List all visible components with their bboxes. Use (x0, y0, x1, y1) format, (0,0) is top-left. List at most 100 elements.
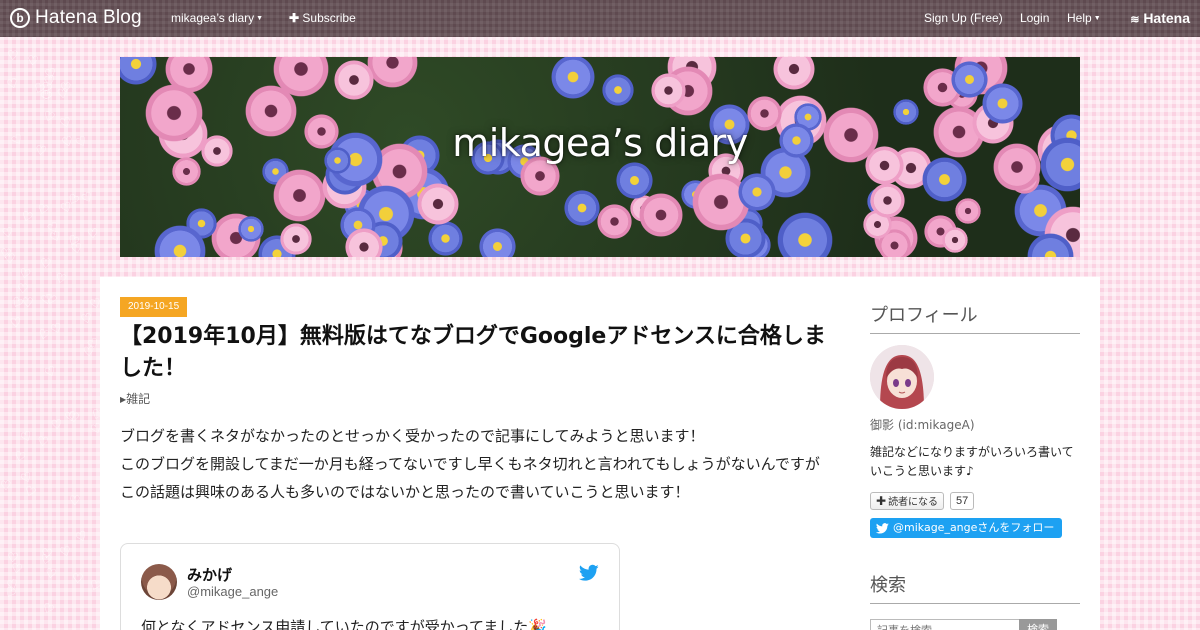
main-content: 2019-10-15 【2019年10月】無料版はてなブログでGoogleアドセ… (100, 277, 1100, 630)
blog-header-image[interactable]: mikagea’s diary (120, 57, 1080, 257)
profile-name[interactable]: 御影 (id:mikageA) (870, 416, 975, 433)
subscribe-button[interactable]: ✚ Subscribe (289, 11, 356, 25)
heart-decoration: ♡ (36, 434, 50, 451)
heart-decoration: ♡ (59, 133, 76, 152)
global-header: b Hatena Blog mikagea’s diary ▼ ✚ Subscri… (0, 0, 1200, 37)
login-link[interactable]: Login (1020, 11, 1049, 25)
flower-decoration (417, 183, 459, 225)
embedded-tweet[interactable]: みかげ @mikage_ange 何となくアドセンス申請していたのですが受かって… (120, 543, 620, 630)
flower-decoration (273, 169, 326, 222)
entry-category[interactable]: ▶雑記 (120, 390, 150, 407)
flower-decoration (616, 162, 653, 199)
flower-decoration (951, 61, 988, 98)
heart-decoration: ♡ (35, 201, 51, 220)
avatar[interactable] (141, 564, 177, 600)
heart-decoration: ♡ (58, 543, 74, 562)
category-label: 雑記 (126, 392, 151, 406)
heart-decoration: ♡ (33, 143, 48, 160)
heart-decoration: ♡ (88, 420, 100, 439)
flower-decoration (120, 57, 157, 85)
flower-decoration (651, 73, 686, 108)
heart-decoration: ♡ (36, 326, 52, 345)
heart-decoration: ♡ (39, 600, 57, 619)
heart-decoration: ♡ (17, 266, 32, 283)
search-button[interactable]: 検索 (1019, 619, 1057, 630)
heart-decoration: ♡ (73, 133, 91, 152)
chevron-down-icon: ▼ (256, 15, 264, 23)
heart-decoration: ♡ (48, 320, 65, 339)
flower-decoration (773, 57, 815, 90)
heart-decoration: ♡ (9, 315, 23, 332)
follow-button-label: @mikage_angeさんをフォロー (893, 521, 1055, 534)
search-input[interactable] (870, 619, 1020, 630)
heart-decoration: ♡ (86, 577, 100, 596)
heart-decoration: ♡ (12, 449, 27, 466)
background-hearts: ♡ ♡ ♡ ♡ ♡ ♡ ♡ ♡ ♡ ♡ ♡ ♡ ♡ ♡ ♡ ♡ ♡ ♡ ♡ ♡ ♡ ♡ ♡ ♡ ♡ ♡ ♡ ♡ ♡ ♡ ♡ ♡ ♡ ♡ ♡ ♡ ♡ ♡ ♡ ♡… (0, 37, 100, 630)
paragraph: このブログを開設してまだ一か月も経ってないですし早くもネタ切れと言われてもしょう… (120, 455, 820, 501)
search-heading: 検索 (870, 571, 1080, 604)
flower-decoration (551, 57, 595, 99)
heart-decoration: ♡ (56, 86, 70, 103)
reader-count[interactable]: 57 (950, 492, 975, 510)
chevron-down-icon: ▼ (1093, 15, 1101, 23)
flower-decoration (428, 221, 463, 256)
entry-title[interactable]: 【2019年10月】無料版はてなブログでGoogleアドセンスに合格しました！ (120, 321, 830, 385)
subscribe-label: Subscribe (302, 11, 356, 25)
heart-decoration: ♡ (42, 363, 60, 382)
reader-button-label: 読者になる (888, 497, 939, 508)
flower-decoration (777, 212, 833, 257)
entry-body: ブログを書くネタがなかったのとせっかく受かったので記事にしてみようと思います！ … (120, 422, 830, 506)
help-menu[interactable]: Help ▼ (1067, 11, 1101, 25)
flower-decoration (479, 228, 516, 257)
blog-menu[interactable]: mikagea’s diary ▼ (171, 11, 263, 25)
heart-decoration: ♡ (50, 417, 64, 434)
flower-decoration (602, 74, 634, 106)
flower-decoration (738, 173, 776, 211)
heart-decoration: ♡ (26, 53, 40, 70)
plus-icon: ✚ (289, 11, 300, 25)
heart-decoration: ♡ (79, 189, 97, 208)
signup-link[interactable]: Sign Up (Free) (924, 11, 1003, 25)
heart-decoration: ♡ (19, 208, 35, 227)
paragraph: ブログを書くネタがなかったのとせっかく受かったので記事にしてみようと思います！ (120, 427, 705, 445)
hatena-logo-icon: b (10, 8, 30, 28)
profile-description: 雑記などになりますがいろいろ書いていこうと思います♪ (870, 445, 1074, 478)
flower-decoration (280, 223, 312, 255)
twitter-bird-icon (875, 523, 889, 534)
flower-decoration (334, 60, 374, 100)
flower-decoration (639, 193, 683, 237)
flower-decoration (982, 83, 1023, 124)
heart-decoration: ♡ (16, 281, 30, 298)
avatar-illustration (870, 345, 934, 409)
heart-decoration: ♡ (43, 566, 58, 583)
flower-decoration (597, 204, 632, 239)
entry-date[interactable]: 2019-10-15 (120, 297, 188, 317)
flower-decoration (367, 57, 418, 88)
flower-decoration (942, 227, 968, 253)
hatena-brand-link[interactable]: ≋ Hatena (1130, 10, 1190, 26)
flower-decoration (870, 183, 905, 218)
heart-decoration: ♡ (53, 270, 69, 289)
heart-decoration: ♡ (58, 114, 74, 133)
heart-decoration: ♡ (4, 75, 21, 94)
hatena-brand-label: Hatena (1143, 10, 1190, 26)
plus-icon: ✚ (876, 494, 887, 508)
tweet-author-handle[interactable]: @mikage_ange (187, 584, 278, 599)
heart-decoration: ♡ (18, 428, 35, 447)
tweet-author-name[interactable]: みかげ (187, 564, 232, 585)
blog-title[interactable]: mikagea’s diary (120, 121, 1080, 165)
subscribe-reader-button[interactable]: ✚ 読者になる (870, 492, 945, 510)
heart-decoration: ♡ (9, 561, 24, 578)
profile-heading: プロフィール (870, 301, 1080, 334)
twitter-follow-button[interactable]: @mikage_angeさんをフォロー (870, 518, 1063, 538)
profile-avatar[interactable] (870, 345, 934, 409)
hatena-blog-logo[interactable]: b Hatena Blog (10, 7, 142, 29)
heart-decoration: ♡ (0, 225, 15, 242)
flower-decoration (238, 216, 264, 242)
heart-decoration: ♡ (3, 251, 16, 268)
tweet-text: 何となくアドセンス申請していたのですが受かってました🎉 (141, 618, 547, 630)
logo-text: Hatena Blog (35, 7, 142, 28)
twitter-bird-icon[interactable] (579, 564, 599, 582)
heart-decoration: ♡ (6, 48, 19, 65)
hatena-brand-icon: ≋ (1130, 14, 1140, 26)
